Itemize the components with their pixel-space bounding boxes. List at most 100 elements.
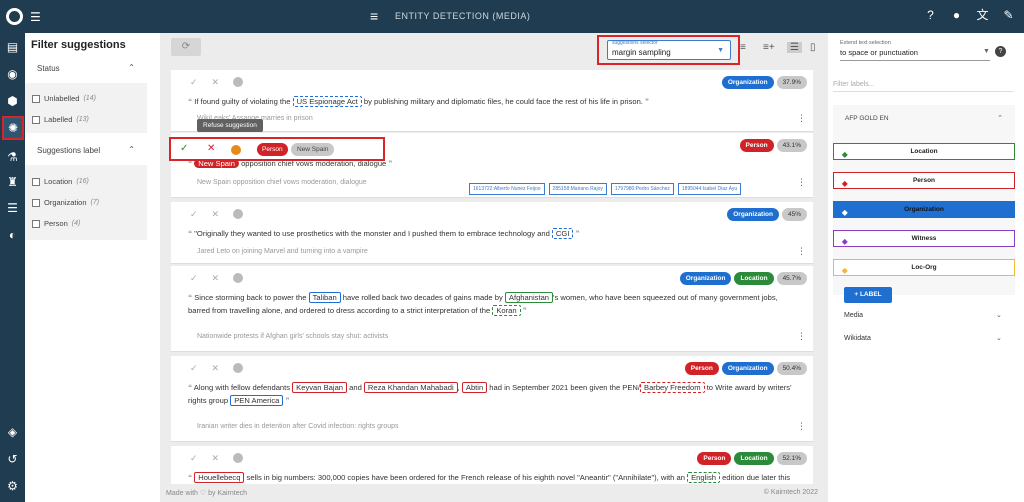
entity-span[interactable]: Houellebecq [194,472,245,483]
checkbox[interactable] [32,177,40,186]
document-title[interactable]: New Spain opposition chief vows moderati… [197,179,367,186]
postpone-icon[interactable] [233,209,244,219]
postpone-icon[interactable] [233,77,244,87]
checkbox[interactable] [32,219,40,228]
label-person[interactable]: ⬥ Person [833,172,1015,189]
help-icon[interactable]: ? [995,46,1006,57]
entity-span[interactable]: Afghanistan [504,292,554,303]
account-icon[interactable]: ● [949,8,964,23]
label-witness[interactable]: ⬥ Witness [833,230,1015,247]
wikidata-section[interactable]: Wikidata [844,335,871,342]
more-options-icon[interactable]: ⋮ [797,177,806,188]
filter-labelled[interactable]: Labelled (13) [32,115,89,124]
label-badge: Person [697,452,732,465]
documents-icon[interactable]: ▤ [4,39,21,56]
help-icon[interactable]: ? [923,8,938,23]
entity-span[interactable]: Koran [492,305,521,316]
entity-span[interactable]: Barbey Freedom [640,382,705,393]
entity-span[interactable]: Reza Khandan Mahabadi [363,382,458,393]
postpone-icon[interactable] [233,273,244,283]
entity-link-chip[interactable]: 1797980:Pedro Sánchez [610,183,674,195]
accept-icon[interactable]: ✓ [190,273,198,284]
entity-span[interactable]: US Espionage Act [292,96,362,107]
suggestions-label-section-header[interactable]: Suggestions label ⌃ [25,139,147,163]
translate-icon[interactable]: 文 [975,8,990,23]
chevron-down-icon[interactable]: ⌄ [996,311,1002,319]
playlist-add-icon[interactable]: ≡+ [763,42,775,53]
chevron-up-icon[interactable]: ⌃ [997,114,1003,122]
history-icon[interactable]: ↺ [4,451,21,468]
accept-icon[interactable]: ✓ [190,453,198,464]
postpone-icon[interactable] [231,145,241,155]
filter-location[interactable]: Location (16) [32,177,89,186]
more-options-icon[interactable]: ⋮ [797,113,806,124]
suggestions-selector[interactable]: suggestions selector margin sampling ▼ [607,40,731,60]
entity-choice[interactable]: New Spain [291,143,335,156]
document-title[interactable]: Nationwide protests if Afghan girls' sch… [197,333,388,340]
reject-icon[interactable]: ✕ [212,453,220,464]
visibility-icon[interactable]: ◐ [4,227,21,244]
postpone-icon[interactable] [233,363,244,373]
label-organization[interactable]: ⬥ Organization [833,201,1015,218]
label-choice-person[interactable]: Person [257,143,288,156]
checkbox[interactable] [32,94,40,103]
more-options-icon[interactable]: ⋮ [797,421,806,432]
entity-span[interactable]: English [687,472,720,483]
reject-icon[interactable]: ✕ [212,273,220,284]
media-section[interactable]: Media [844,312,863,319]
checkbox[interactable] [32,198,40,207]
status-section-header[interactable]: Status ⌃ [25,57,147,81]
filter-unlabelled[interactable]: Unlabelled (14) [32,94,96,103]
checkbox[interactable] [32,115,40,124]
document-title[interactable]: Iranian writer dies in detention after C… [197,423,399,430]
entity-link-chip[interactable]: 285158:Mariano Rajoy [548,183,607,195]
filter-labels-input[interactable]: Filter labels... [833,81,1013,92]
entity-span[interactable]: PEN America [230,395,284,406]
hamburger-menu-icon[interactable]: ≡ [370,8,378,24]
refresh-button[interactable]: ⟳ [171,38,201,56]
reject-icon[interactable]: ✕ [212,209,220,220]
settings-icon[interactable]: ⚙ [4,478,21,495]
more-options-icon[interactable]: ⋮ [797,331,806,342]
app-logo[interactable] [6,8,23,25]
entity-span[interactable]: Abtin [461,382,488,393]
entity-link-chip[interactable]: 1895044:Isabel Diaz Ayu [677,183,742,195]
entity-span[interactable]: CGI [551,228,574,239]
accept-icon[interactable]: ✓ [190,363,198,374]
entity-span[interactable]: Keyvan Bajan [292,382,348,393]
label-group: AFP GOLD EN ⌃ ⬥ Location ⬥ Person ⬥ Organiz… [833,105,1015,295]
more-options-icon[interactable]: ⋮ [797,246,806,257]
score-badge: 43.1% [776,139,807,152]
filter-person[interactable]: Person (4) [32,219,80,228]
suggestions-icon[interactable]: ✺ [2,116,24,140]
reject-icon[interactable]: ✕ [212,77,220,88]
label-loc-org[interactable]: ⬥ Loc-Org [833,259,1015,276]
view-list-icon[interactable]: ☰ [787,42,802,53]
experiments-icon[interactable]: ⚗ [4,149,21,166]
edit-icon[interactable]: ✎ [1001,8,1016,23]
accept-icon[interactable]: ✓ [190,77,198,88]
filter-menu-icon[interactable]: ☰ [30,10,41,24]
dropdown-arrow-icon[interactable]: ▼ [983,48,990,55]
reject-icon[interactable]: ✕ [212,363,220,374]
text-selection-select[interactable]: to space or punctuation [840,48,918,57]
explore-icon[interactable]: ◉ [4,66,21,83]
document-title[interactable]: Jared Leto on joining Marvel and turning… [197,248,368,255]
reject-icon[interactable]: ✕ [207,143,215,154]
filter-organization[interactable]: Organization (7) [32,198,99,207]
entity-span[interactable]: Taliban [308,292,341,303]
accept-icon[interactable]: ✓ [190,209,198,220]
postpone-icon[interactable] [233,453,244,463]
accept-icon[interactable]: ✓ [180,143,188,154]
add-label-button[interactable]: + LABEL [844,287,892,303]
entity-link-chip[interactable]: 1613722:Alberto Nunez Feijoo [469,183,545,195]
package-icon[interactable]: ◈ [4,424,21,441]
list-icon[interactable]: ☰ [4,200,21,217]
document-view-icon[interactable]: ▯ [810,42,816,53]
models-icon[interactable]: ♜ [4,174,21,191]
label-location[interactable]: ⬥ Location [833,143,1015,160]
labels-icon[interactable]: ⬢ [4,93,21,110]
chevron-down-icon[interactable]: ⌄ [996,334,1002,342]
sort-icon[interactable]: ≡ [740,42,746,53]
suggestions-main: ⟳ suggestions selector margin sampling ▼… [160,33,828,502]
